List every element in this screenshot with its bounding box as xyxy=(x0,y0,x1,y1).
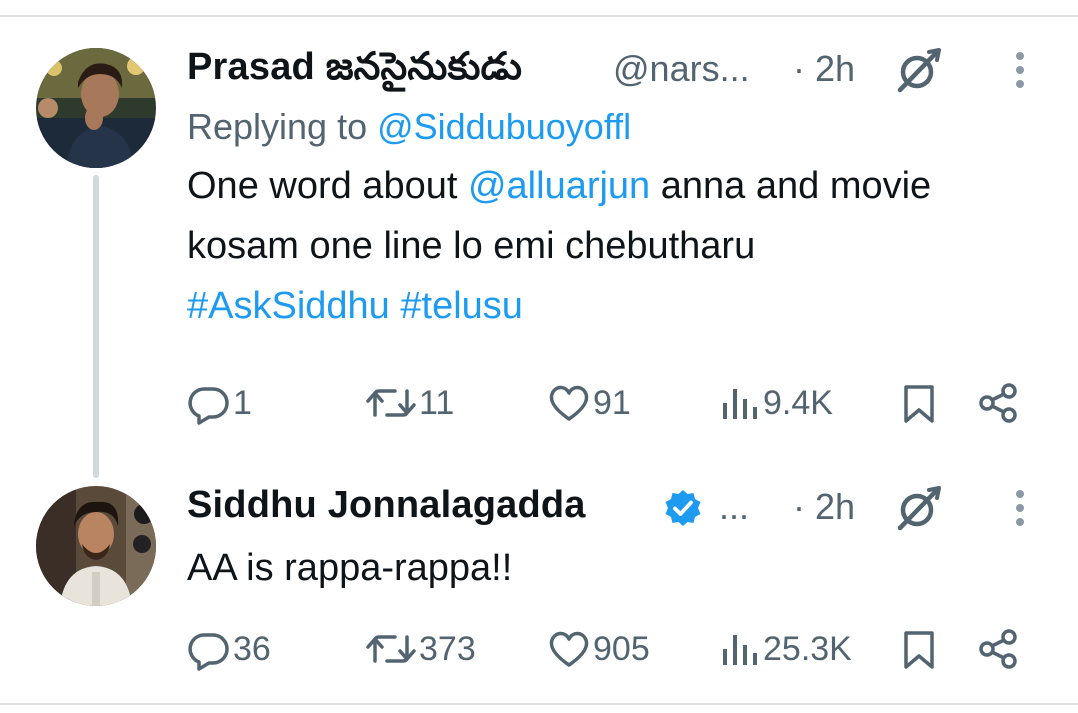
replying-to-label: Replying to xyxy=(187,106,378,147)
repost-icon xyxy=(366,389,416,417)
timestamp[interactable]: · 2h xyxy=(793,486,855,528)
views-icon xyxy=(723,389,757,419)
share-button[interactable] xyxy=(977,378,1021,428)
thread-connector-line xyxy=(93,175,99,478)
grok-icon[interactable] xyxy=(895,484,943,532)
more-vertical-icon[interactable] xyxy=(1013,50,1027,90)
like-count: 905 xyxy=(593,629,650,668)
tweet-header: Siddhu Jonnalagadda ... · 2h xyxy=(187,482,1047,532)
hashtag-link[interactable]: #telusu xyxy=(400,285,523,327)
more-vertical-icon[interactable] xyxy=(1013,488,1027,528)
mention-link[interactable]: @alluarjun xyxy=(468,165,650,207)
hashtag-link[interactable]: #AskSiddhu xyxy=(187,285,390,327)
tweet-text-part: One word about xyxy=(187,165,468,207)
share-icon xyxy=(979,383,1017,423)
share-icon xyxy=(979,629,1017,669)
like-button[interactable]: 905 xyxy=(547,624,650,674)
tweet-text: One word about @alluarjun anna and movie… xyxy=(187,156,1047,336)
reply-icon xyxy=(188,387,229,425)
avatar[interactable] xyxy=(36,48,156,168)
views-button[interactable]: 25.3K xyxy=(717,624,852,674)
bottom-divider xyxy=(0,703,1078,705)
verified-badge-icon xyxy=(663,488,703,528)
bookmark-button[interactable] xyxy=(897,378,941,428)
share-button[interactable] xyxy=(977,624,1021,674)
tweet-text: AA is rappa-rappa!! xyxy=(187,547,513,589)
reply-button[interactable]: 36 xyxy=(187,624,271,674)
view-count: 25.3K xyxy=(763,629,852,668)
tweet[interactable]: Prasad జనసైనుకుడు @nars... · 2h Replying… xyxy=(187,44,1047,336)
replying-to-mention[interactable]: @Siddubuoyoffl xyxy=(377,106,631,147)
repost-count: 373 xyxy=(419,629,476,668)
tweet[interactable]: Siddhu Jonnalagadda ... · 2h AA is rappa… xyxy=(187,482,1047,598)
repost-button[interactable]: 11 xyxy=(365,378,454,428)
tweet-header: Prasad జనసైనుకుడు @nars... · 2h xyxy=(187,44,1047,94)
author-handle[interactable]: ... xyxy=(719,486,749,528)
author-handle[interactable]: @nars... xyxy=(613,48,750,90)
tweet-actions: 36 373 905 25.3K xyxy=(187,624,1037,674)
top-divider xyxy=(0,15,1078,17)
like-button[interactable]: 91 xyxy=(547,378,631,428)
heart-icon xyxy=(549,631,589,667)
bookmark-button[interactable] xyxy=(897,624,941,674)
reply-button[interactable]: 1 xyxy=(187,378,252,428)
tweet-actions: 1 11 91 9.4K xyxy=(187,378,1037,428)
grok-icon[interactable] xyxy=(895,46,943,94)
view-count: 9.4K xyxy=(763,383,833,422)
heart-icon xyxy=(549,385,589,421)
replying-to: Replying to @Siddubuoyoffl xyxy=(187,106,1047,154)
author-name[interactable]: Siddhu Jonnalagadda xyxy=(187,484,586,527)
repost-icon xyxy=(366,635,416,663)
author-name[interactable]: Prasad జనసైనుకుడు xyxy=(187,46,522,98)
views-icon xyxy=(723,635,757,665)
reply-count: 36 xyxy=(233,629,271,668)
reply-count: 1 xyxy=(233,383,252,422)
views-button[interactable]: 9.4K xyxy=(717,378,833,428)
repost-count: 11 xyxy=(419,383,455,422)
repost-button[interactable]: 373 xyxy=(365,624,476,674)
reply-icon xyxy=(188,633,229,671)
bookmark-icon xyxy=(904,631,934,669)
like-count: 91 xyxy=(593,383,631,422)
avatar[interactable] xyxy=(36,486,156,606)
timestamp[interactable]: · 2h xyxy=(793,48,855,90)
tweet-thread: Prasad జనసైనుకుడు @nars... · 2h Replying… xyxy=(0,0,1078,713)
bookmark-icon xyxy=(904,385,934,423)
